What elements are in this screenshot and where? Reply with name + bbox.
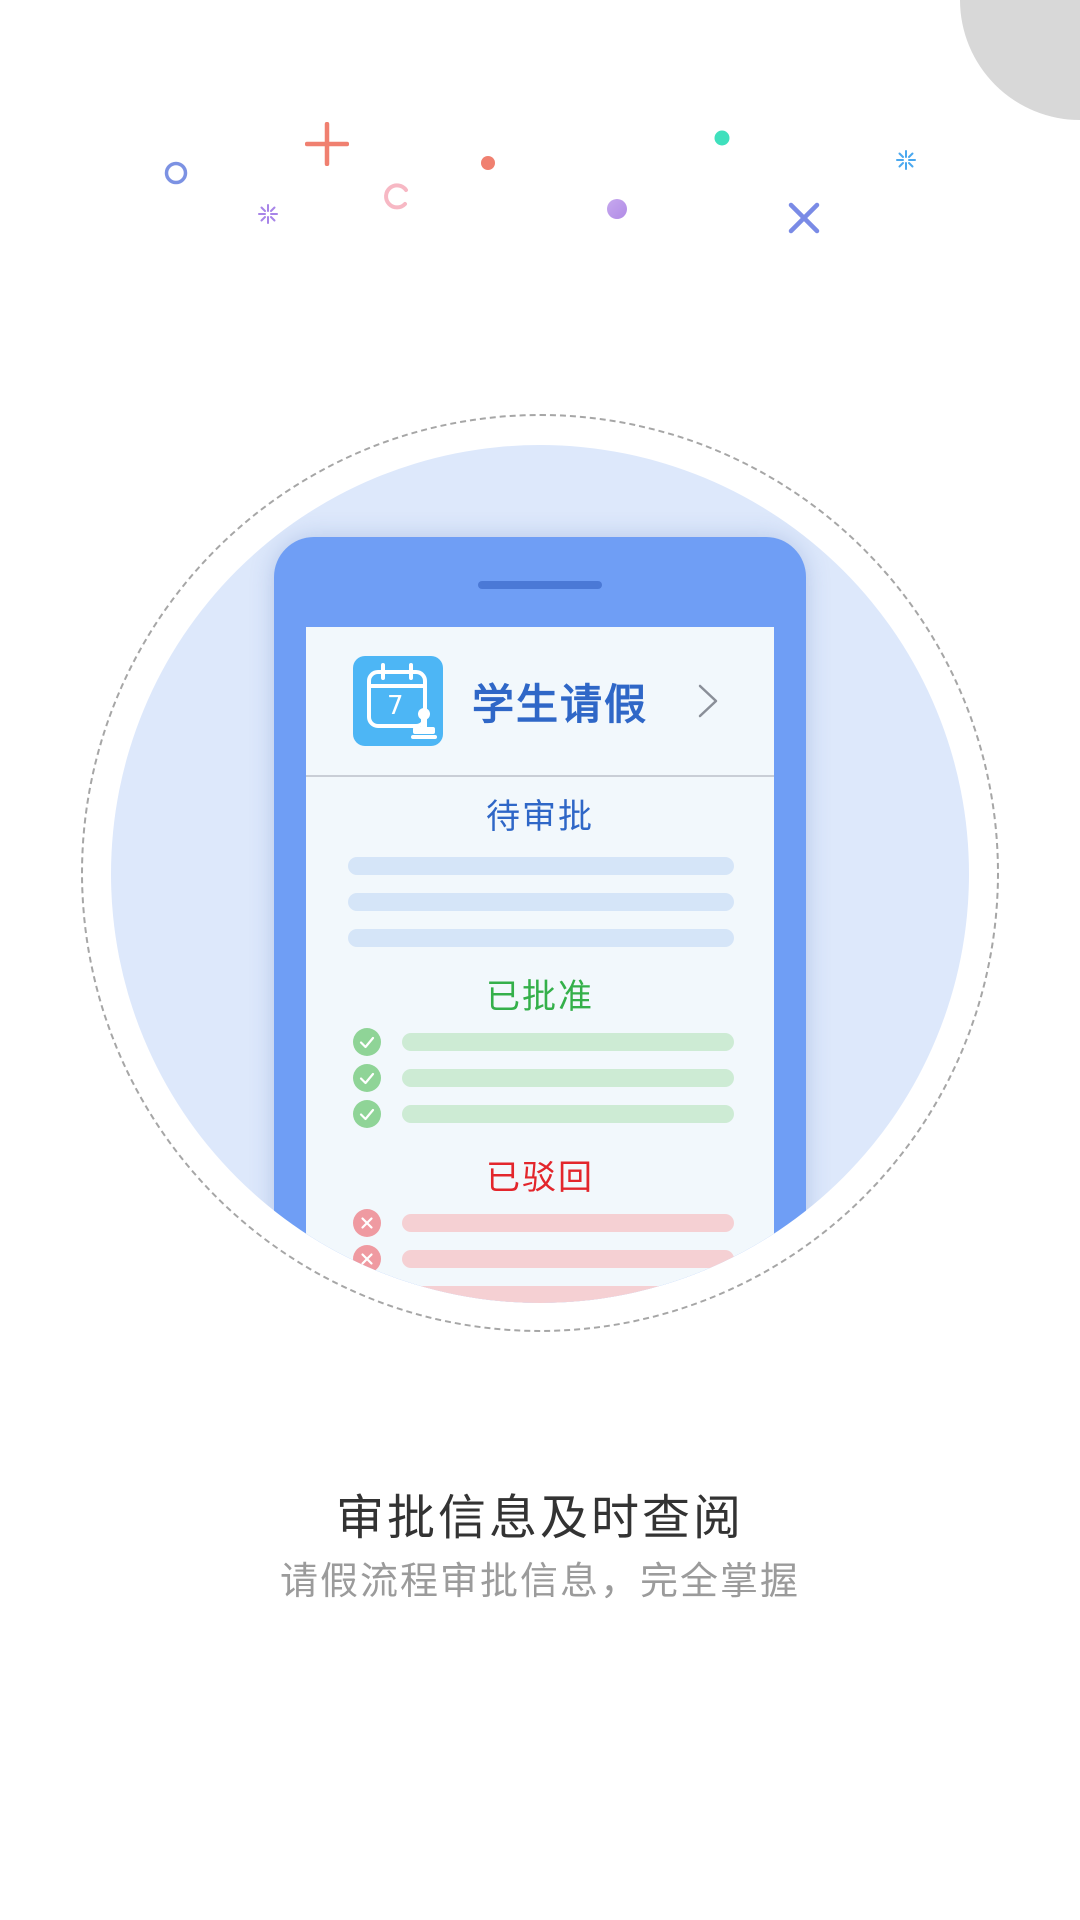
dot-decoration-icon (714, 130, 730, 146)
calendar-day-number: 7 (387, 691, 404, 721)
app-title: 学生请假 (472, 680, 649, 729)
phone-illustration: 7 学生请假 待审批 已批准 已驳回 (274, 537, 806, 1303)
phone-screen: 7 学生请假 待审批 已批准 已驳回 (306, 627, 774, 1303)
approved-section-title: 已批准 (486, 977, 594, 1017)
calendar-stamp-icon: 7 (353, 656, 443, 746)
check-circle-icon (353, 1100, 381, 1128)
feature-headline: 审批信息及时查阅 (335, 1490, 744, 1546)
rejected-section-title: 已驳回 (486, 1158, 594, 1198)
approved-bar (402, 1069, 734, 1087)
feature-description: 请假流程审批信息，完全掌握 (279, 1559, 800, 1603)
pending-bar (348, 857, 734, 875)
rejected-bar (402, 1286, 734, 1303)
dot-decoration-icon (607, 199, 627, 219)
check-circle-icon (353, 1064, 381, 1092)
rejected-bar (402, 1214, 734, 1232)
cross-decoration-icon (788, 202, 820, 234)
ring-decoration-icon (164, 161, 188, 185)
phone-speaker (478, 581, 602, 589)
approved-bar (402, 1105, 734, 1123)
cross-circle-icon (353, 1209, 381, 1237)
plus-decoration-icon (305, 122, 349, 166)
dot-decoration-icon (481, 156, 495, 170)
pending-bar (348, 929, 734, 947)
pending-bar (348, 893, 734, 911)
chevron-right-icon (698, 684, 718, 718)
onboarding-page: 7 学生请假 待审批 已批准 已驳回 审批信息及时查阅 请假流程审批信息，完全掌… (0, 0, 1080, 1920)
rejected-bar (402, 1250, 734, 1268)
cross-circle-icon (353, 1245, 381, 1273)
sparkle-decoration-icon (896, 150, 916, 170)
app-header: 7 学生请假 (306, 627, 774, 777)
pending-section-title: 待审批 (486, 797, 594, 837)
arc-decoration-icon (384, 183, 408, 210)
check-circle-icon (353, 1028, 381, 1056)
cross-circle-icon (353, 1281, 381, 1303)
illustration-circle: 7 学生请假 待审批 已批准 已驳回 (111, 445, 969, 1303)
sparkle-decoration-icon (258, 204, 278, 224)
approved-bar (402, 1033, 734, 1051)
close-button[interactable] (960, 0, 1080, 120)
